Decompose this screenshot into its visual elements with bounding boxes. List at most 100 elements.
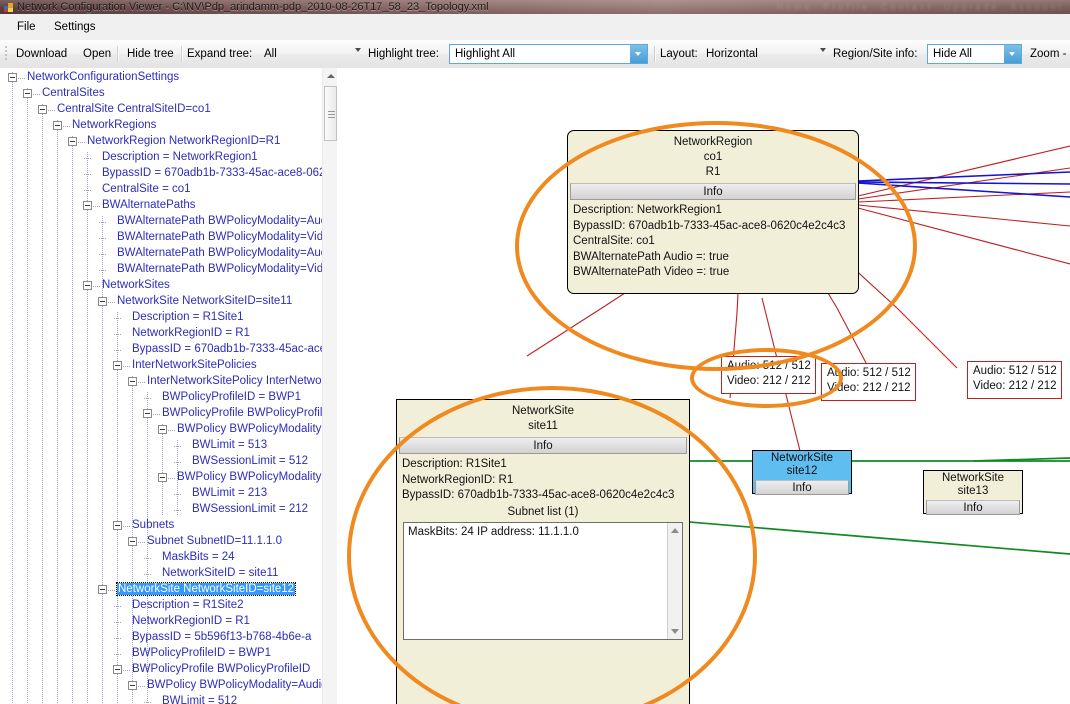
- scrollbar-thumb[interactable]: [324, 86, 337, 141]
- tree-expander-toggle[interactable]: [128, 377, 137, 386]
- tree-node[interactable]: Description = NetworkRegion1: [102, 150, 258, 166]
- tree-node[interactable]: BWAlternatePath BWPolicyModality=Audio: [117, 246, 322, 262]
- tree-expander-toggle[interactable]: [158, 473, 167, 482]
- tree-expander-toggle[interactable]: [8, 73, 17, 82]
- tree-node[interactable]: InterNetworkSitePolicies: [132, 358, 257, 374]
- tree-node[interactable]: BWLimit = 213: [192, 486, 267, 502]
- tree-node[interactable]: NetworkRegionID = R1: [132, 326, 250, 342]
- tree-expander-toggle[interactable]: [83, 201, 92, 210]
- tree-node[interactable]: BWLimit = 512: [162, 694, 237, 704]
- scroll-up-button[interactable]: [323, 68, 337, 83]
- menu-item-settings[interactable]: Settings: [47, 19, 103, 36]
- tree-node[interactable]: CentralSites: [42, 86, 105, 102]
- tree-expander-toggle[interactable]: [128, 537, 137, 546]
- tree-expander-toggle[interactable]: [98, 585, 107, 594]
- tree-expander-toggle[interactable]: [68, 137, 77, 146]
- tree-node[interactable]: NetworkRegion NetworkRegionID=R1: [87, 134, 280, 150]
- tree-expander-toggle[interactable]: [113, 361, 122, 370]
- tree-node-label: BWLimit = 512: [162, 695, 238, 704]
- diagram-canvas[interactable]: NetworkRegion co1 R1 Info Description: N…: [337, 68, 1070, 704]
- tree-node[interactable]: BWPolicy BWPolicyModality=Audio: [177, 422, 322, 438]
- layout-dropdown[interactable]: Horizontal: [700, 44, 829, 64]
- tree-expander-toggle[interactable]: [113, 521, 122, 530]
- menu-item-file[interactable]: File: [10, 19, 43, 36]
- tree-node[interactable]: BWPolicyProfileID = BWP1: [132, 646, 271, 662]
- tree-node[interactable]: BWPolicy BWPolicyModality=Video: [177, 470, 322, 486]
- tree-node[interactable]: BypassID = 5b596f13-b768-4b6e-a: [132, 630, 311, 646]
- tree-expander-toggle[interactable]: [113, 665, 122, 674]
- tree-node[interactable]: NetworkSite NetworkSiteID=site11: [117, 294, 292, 310]
- tree-connector-dash: [78, 142, 85, 143]
- tree-expander-toggle[interactable]: [158, 425, 167, 434]
- tree-node[interactable]: BWPolicy BWPolicyModality=Audio: [147, 678, 322, 694]
- tree-node[interactable]: BypassID = 670adb1b-7333-45ac-ace8-0620c…: [102, 166, 322, 182]
- tree-node[interactable]: BWSessionLimit = 512: [192, 454, 308, 470]
- subnet-list-row[interactable]: MaskBits: 24 IP address: 11.1.1.0: [404, 523, 682, 541]
- network-site-site11-node[interactable]: NetworkSite site11 Info Description: R1S…: [396, 399, 690, 704]
- tree-scrollbar[interactable]: [322, 68, 337, 704]
- triangle-down-icon[interactable]: [671, 628, 679, 634]
- bandwidth-label-1[interactable]: Audio: 512 / 512 Video: 212 / 212: [721, 356, 816, 394]
- tree-expander-toggle[interactable]: [23, 89, 32, 98]
- subnet-list-scrollbar[interactable]: [667, 522, 682, 639]
- tree-node[interactable]: BWSessionLimit = 212: [192, 502, 308, 518]
- toolbar-grip[interactable]: [5, 46, 8, 62]
- download-button[interactable]: Download: [12, 45, 71, 63]
- tree-node-label: InterNetworkSitePolicy InterNetworkSiteI…: [147, 375, 322, 387]
- tree-node[interactable]: BypassID = 670adb1b-7333-45ac-ace8-0620c…: [132, 342, 322, 358]
- tree-node-label: NetworkRegionID = R1: [132, 327, 250, 339]
- tree-guide-line: [162, 424, 163, 516]
- tree-node[interactable]: BWPolicyProfile BWPolicyProfileID: [132, 662, 310, 678]
- tree-connector-dash: [174, 462, 182, 463]
- tree-node-label: BWAlternatePath BWPolicyModality=Audio: [117, 215, 322, 227]
- tree-node[interactable]: BWAlternatePaths: [102, 198, 196, 214]
- tree-node[interactable]: Subnet SubnetID=11.1.1.0: [147, 534, 282, 550]
- bandwidth-label-2[interactable]: Audio: 512 / 512 Video: 212 / 212: [821, 363, 916, 401]
- open-button[interactable]: Open: [79, 45, 115, 63]
- triangle-up-icon[interactable]: [671, 527, 679, 533]
- tree-node[interactable]: InterNetworkSitePolicy InterNetworkSiteI…: [147, 374, 322, 390]
- tree-node-selected[interactable]: NetworkSite NetworkSiteID=site12: [115, 582, 297, 598]
- subnet-list[interactable]: MaskBits: 24 IP address: 11.1.1.0: [403, 521, 683, 640]
- network-site-site13-node[interactable]: NetworkSite site13 Info: [923, 470, 1023, 515]
- tree-node[interactable]: BWAlternatePath BWPolicyModality=Video: [117, 262, 322, 278]
- tree-panel: NetworkConfigurationSettings CentralSites…: [0, 68, 337, 704]
- region-site-info-value: Hide All: [933, 48, 972, 60]
- region-info-button[interactable]: Info: [570, 183, 856, 200]
- tree-node[interactable]: BWPolicyProfileID = BWP1: [162, 390, 301, 406]
- tree-expander-toggle[interactable]: [128, 681, 137, 690]
- highlight-tree-dropdown[interactable]: Highlight All: [449, 44, 648, 64]
- tree-expander-toggle[interactable]: [98, 297, 107, 306]
- tree-view[interactable]: NetworkConfigurationSettings CentralSites…: [0, 68, 322, 704]
- tree-node[interactable]: NetworkRegionID = R1: [132, 614, 250, 630]
- tree-node[interactable]: MaskBits = 24: [162, 550, 235, 566]
- tree-node[interactable]: BWPolicyProfile BWPolicyProfileID: [162, 406, 322, 422]
- tree-node[interactable]: NetworkSites: [102, 278, 170, 294]
- site13-info-button[interactable]: Info: [926, 500, 1020, 515]
- tree-node[interactable]: Subnets: [132, 518, 174, 534]
- tree-node[interactable]: NetworkSiteID = site11: [162, 566, 278, 582]
- expand-tree-dropdown[interactable]: All: [258, 44, 364, 64]
- site11-info-button[interactable]: Info: [399, 437, 687, 454]
- tree-node[interactable]: Description = R1Site1: [132, 310, 244, 326]
- tree-node[interactable]: Description = R1Site2: [132, 598, 244, 614]
- site12-info-button[interactable]: Info: [755, 480, 849, 495]
- tree-expander-toggle[interactable]: [143, 409, 152, 418]
- tree-node[interactable]: NetworkRegions: [72, 118, 156, 134]
- tree-node[interactable]: CentralSite = co1: [102, 182, 191, 198]
- tree-expander-toggle[interactable]: [83, 281, 92, 290]
- region-site-info-dropdown[interactable]: Hide All: [927, 44, 1022, 64]
- tree-node[interactable]: CentralSite CentralSiteID=co1: [57, 102, 211, 118]
- tree-connector-dash: [48, 110, 55, 111]
- tree-node[interactable]: BWAlternatePath BWPolicyModality=Video: [117, 230, 322, 246]
- network-region-node[interactable]: NetworkRegion co1 R1 Info Description: N…: [567, 130, 859, 294]
- tree-node[interactable]: BWLimit = 513: [192, 438, 267, 454]
- bandwidth-label-3[interactable]: Audio: 512 / 512 Video: 212 / 212: [967, 361, 1062, 399]
- tree-expander-toggle[interactable]: [38, 105, 47, 114]
- tree-connector-dash: [168, 430, 175, 431]
- tree-expander-toggle[interactable]: [53, 121, 62, 130]
- tree-node[interactable]: NetworkConfigurationSettings: [27, 70, 179, 86]
- tree-node[interactable]: BWAlternatePath BWPolicyModality=Audio: [117, 214, 322, 230]
- hide-tree-button[interactable]: Hide tree: [123, 45, 178, 63]
- network-site-site12-node[interactable]: NetworkSite site12 Info: [752, 450, 852, 495]
